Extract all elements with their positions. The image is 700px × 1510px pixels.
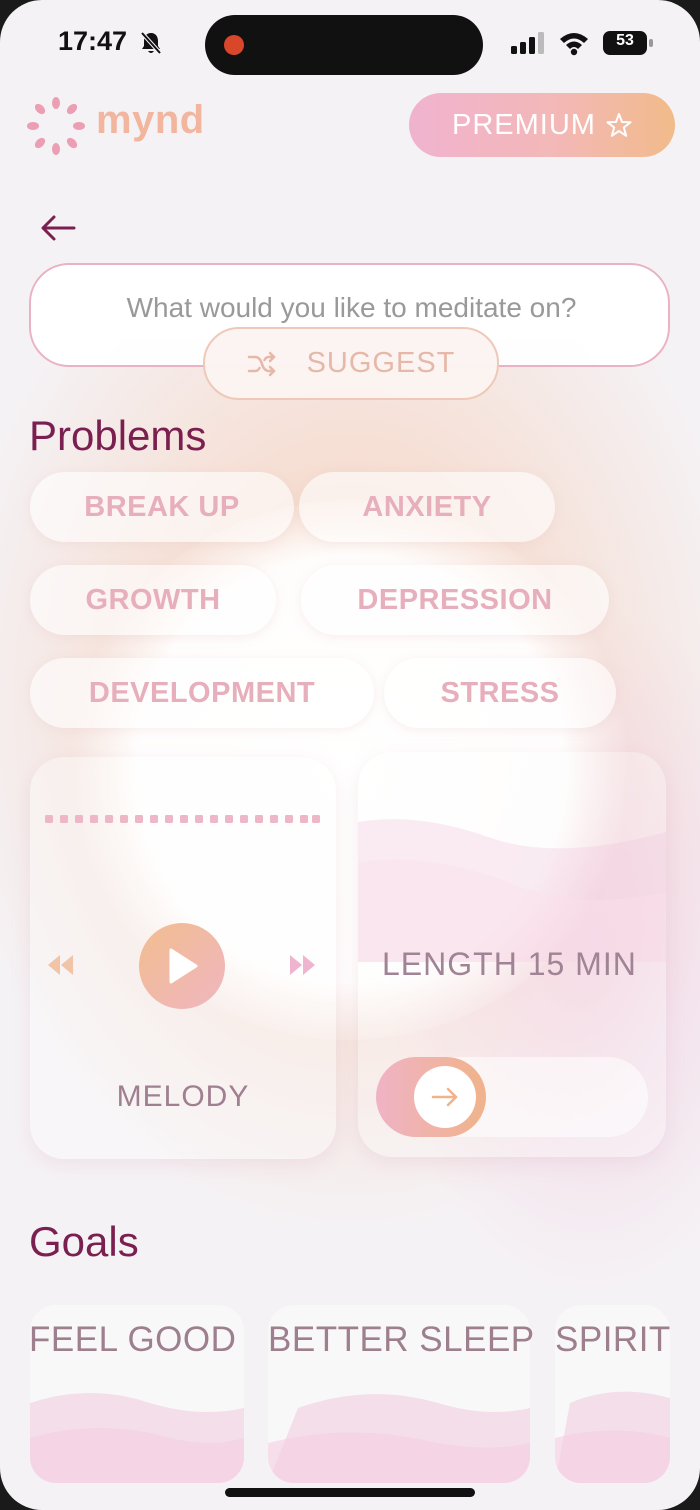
goals-title: Goals [29,1218,139,1265]
status-time: 17:47 [58,26,128,56]
signal-icon [511,32,544,54]
chip-break-up[interactable]: BREAK UP [30,472,294,542]
wave-decoration [555,1391,670,1483]
problems-title: Problems [29,412,207,459]
premium-label: PREMIUM [452,108,596,141]
status-bar: 17:47 53 [0,0,700,90]
logo-icon [27,97,85,155]
meditation-search-input[interactable] [33,287,670,329]
chip-label: BREAK UP [84,490,240,523]
chip-label: ANXIETY [362,490,492,523]
shuffle-icon [247,351,275,376]
play-icon [169,948,198,984]
battery-icon: 53 [603,31,653,55]
fast-forward-icon[interactable] [288,953,318,977]
premium-button[interactable]: PREMIUM [409,93,675,157]
wifi-icon [560,33,588,56]
chip-stress[interactable]: STRESS [384,658,616,728]
goal-label: SPIRIT [555,1320,671,1359]
bell-off-icon [140,31,162,55]
melody-label: MELODY [116,1080,250,1113]
back-arrow-icon[interactable] [38,208,78,248]
star-icon [606,113,632,137]
recording-indicator [224,35,244,55]
chip-label: DEVELOPMENT [88,676,316,709]
wave-decoration [358,819,666,962]
chip-label: STRESS [440,676,560,709]
wave-decoration [268,1394,530,1483]
rewind-icon[interactable] [45,953,75,977]
chip-label: GROWTH [85,583,221,616]
goal-label: FEEL GOOD [29,1320,237,1359]
chip-anxiety[interactable]: ANXIETY [299,472,555,542]
chip-depression[interactable]: DEPRESSION [301,565,609,635]
home-indicator[interactable] [225,1488,475,1497]
wave-decoration [30,1393,244,1483]
phone-screen: 17:47 53 mynd PREMIUM What would you lik… [0,0,700,1510]
dynamic-island [205,15,483,75]
length-slider-knob[interactable] [414,1066,476,1128]
battery-cap [649,39,653,47]
battery-level: 53 [616,32,634,49]
chip-growth[interactable]: GROWTH [30,565,276,635]
suggest-label: SUGGEST [306,347,456,379]
length-label: LENGTH 15 MIN [382,946,637,982]
arrow-right-icon [431,1087,458,1107]
app-name: mynd [96,98,205,142]
goal-label: BETTER SLEEP [268,1320,535,1359]
chip-label: DEPRESSION [357,583,553,616]
suggest-button[interactable]: SUGGEST [203,327,499,400]
melody-progress-dots [45,815,320,823]
chip-development[interactable]: DEVELOPMENT [30,658,374,728]
play-button[interactable] [139,923,225,1009]
